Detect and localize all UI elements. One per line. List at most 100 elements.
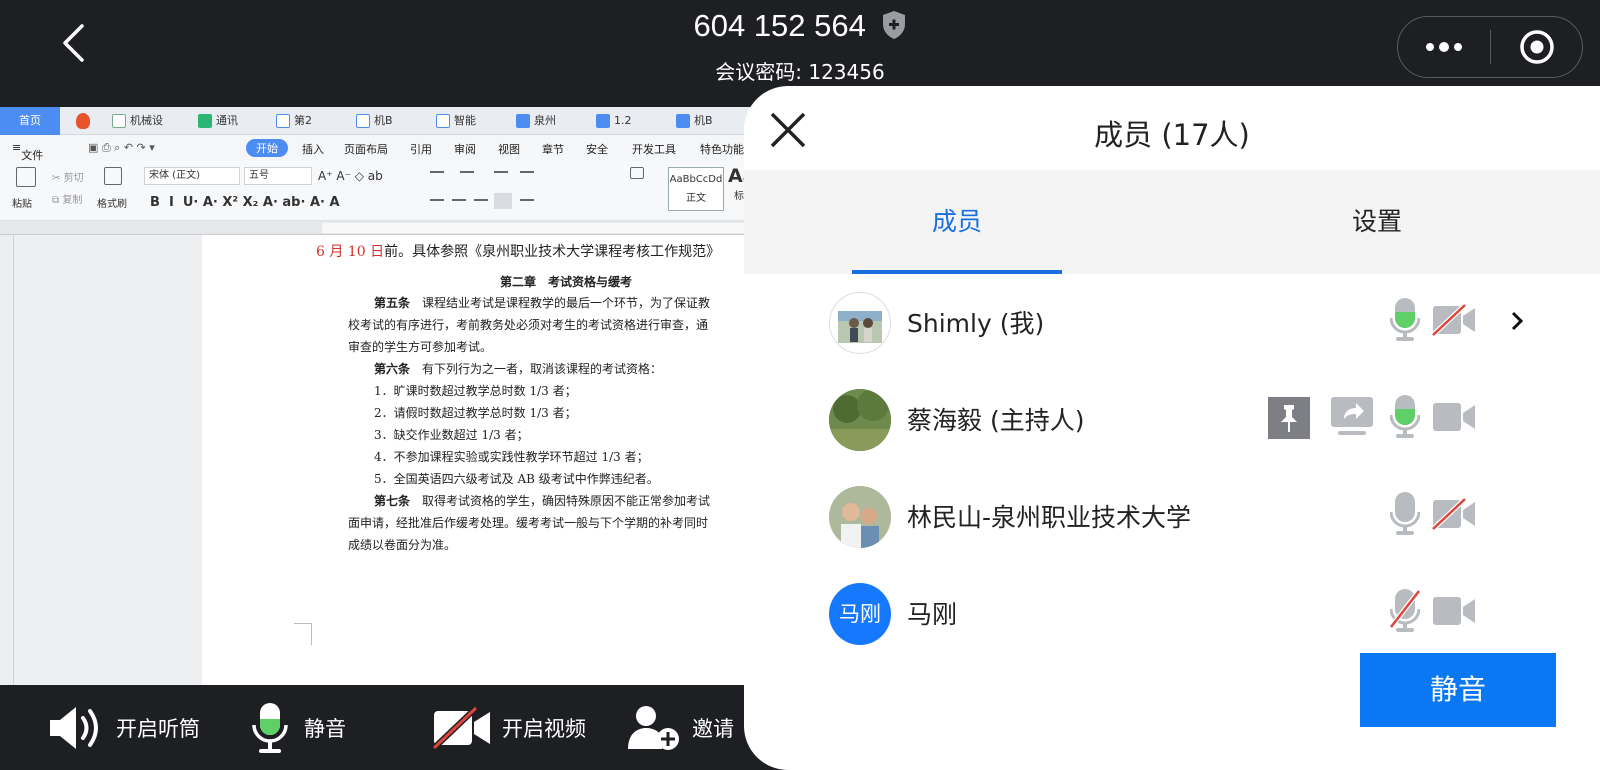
video-off-icon <box>432 705 490 750</box>
cut-label[interactable]: ✂ 剪切 <box>52 169 84 184</box>
member-row[interactable]: 蔡海毅 (主持人) <box>744 371 1600 467</box>
meeting-password: 会议密码: 123456 <box>715 60 885 84</box>
bullet-list-icon[interactable] <box>430 171 444 173</box>
copy-label[interactable]: ⧉ 复制 <box>52 191 82 206</box>
chevron-right-icon[interactable] <box>1510 310 1524 332</box>
avatar: 马刚 <box>829 583 891 645</box>
add-user-icon <box>628 705 679 750</box>
wps-tab[interactable]: 第2 <box>272 107 312 135</box>
camera-on-icon[interactable] <box>1432 401 1476 433</box>
more-dots-icon <box>1426 42 1462 52</box>
format-painter-icon[interactable] <box>104 167 122 185</box>
wps-tab[interactable]: 机B <box>672 107 713 135</box>
table-icon[interactable] <box>630 167 644 179</box>
menu-item[interactable]: 开发工具 <box>632 141 676 157</box>
panel-title: 成员 (17人) <box>1094 118 1250 152</box>
align-right-icon[interactable] <box>474 199 488 201</box>
justify-icon[interactable] <box>494 193 512 209</box>
menu-item[interactable]: 引用 <box>410 141 432 157</box>
tab-settings[interactable]: 设置 <box>1272 170 1482 274</box>
menu-item[interactable]: ≡ 文件 <box>12 141 43 162</box>
member-row[interactable]: Shimly (我) <box>744 274 1600 370</box>
bottom-toolbar: 开启听筒 静音 开启视频 邀请 <box>0 685 760 770</box>
format-buttons[interactable]: B I U· A· X² X₂ A· ab· A· A <box>150 195 340 210</box>
microphone-icon <box>252 702 288 753</box>
member-row[interactable]: 马刚 马刚 <box>744 565 1600 661</box>
word-icon <box>596 114 610 128</box>
wps-tab[interactable]: 智能 <box>432 107 476 135</box>
tab-members[interactable]: 成员 <box>852 170 1062 274</box>
menu-item[interactable]: 特色功能 <box>700 141 744 157</box>
vertical-ruler <box>0 235 14 685</box>
font-size-select[interactable]: 五号 <box>244 167 312 185</box>
mic-active-icon[interactable] <box>1390 296 1420 344</box>
font-select[interactable]: 宋体 (正文) <box>144 167 240 185</box>
doc-line: 面申请，经批准后作缓考处理。缓考考试一般与下个学期的补考同时 <box>348 516 709 530</box>
font-tools[interactable]: A⁺ A⁻ ◇ ab <box>318 169 383 183</box>
quick-access-icons: ▣ ⎙ ⌕ ↶ ↷ ▾ <box>88 141 155 154</box>
page-corner-mark <box>294 623 312 645</box>
speaker-button[interactable]: 开启听筒 <box>46 685 200 770</box>
chapter-heading: 第二章 考试资格与缓考 <box>500 275 633 289</box>
doc-line: 成绩以卷面分为准。 <box>348 538 457 552</box>
doc-line: 4．不参加课程实验或实践性教学环节超过 1/3 者； <box>374 450 649 464</box>
align-center-icon[interactable] <box>452 199 466 201</box>
menu-item[interactable]: 视图 <box>498 141 520 157</box>
mic-muted-icon[interactable] <box>1390 587 1420 635</box>
wps-tab[interactable]: 泉州 <box>512 107 556 135</box>
avatar <box>829 292 891 354</box>
mic-idle-icon[interactable] <box>1390 490 1420 538</box>
more-button[interactable] <box>1398 17 1490 77</box>
doc-line: 审查的学生方可参加考试。 <box>348 340 493 354</box>
screen-share-icon[interactable] <box>1330 395 1374 439</box>
menu-item[interactable]: 审阅 <box>454 141 476 157</box>
doc-line: 校考试的有序进行，考前教务处必须对考生的考试资格进行审查，通 <box>348 318 709 332</box>
wps-tab[interactable]: 1.2 <box>592 107 632 135</box>
menu-item[interactable]: 章节 <box>542 141 564 157</box>
wps-logo-icon <box>76 113 90 129</box>
meeting-screen: { "header": { "meeting_id": "604 152 564… <box>0 0 1600 770</box>
distribute-icon[interactable] <box>520 199 534 201</box>
wps-tab-bar: 首页 机械设 通讯 第2 机B 智能 泉州 1.2 机B <box>0 107 760 135</box>
menu-item[interactable]: 页面布局 <box>344 141 388 157</box>
camera-off-icon[interactable] <box>1432 304 1476 336</box>
wps-tab[interactable]: 通讯 <box>194 107 238 135</box>
style-normal[interactable]: AaBbCcDd 正文 <box>668 167 724 211</box>
wps-tab[interactable]: 机械设 <box>108 107 163 135</box>
video-button[interactable]: 开启视频 <box>432 685 586 770</box>
wps-tab-home[interactable]: 首页 <box>0 107 60 135</box>
member-name: 马刚 <box>907 600 958 629</box>
mic-active-icon[interactable] <box>1390 393 1420 441</box>
wps-tab[interactable]: 机B <box>352 107 393 135</box>
paste-label: 粘贴 <box>12 199 32 210</box>
member-row[interactable]: 林民山-泉州职业技术大学 <box>744 468 1600 564</box>
mute-button[interactable]: 静音 <box>250 685 346 770</box>
members-panel: 成员 (17人) 成员 设置 Shimly (我) 蔡海毅 (主持人) 林民山-… <box>744 86 1600 770</box>
invite-button[interactable]: 邀请 <box>626 685 734 770</box>
align-left-icon[interactable] <box>430 199 444 201</box>
paste-icon[interactable] <box>16 167 36 187</box>
doc-line: 第六条 有下列行为之一者，取消该课程的考试资格： <box>374 362 663 376</box>
mute-all-button[interactable]: 静音 <box>1360 653 1556 727</box>
meeting-id: 604 152 564 <box>693 8 866 43</box>
word-icon <box>356 114 370 128</box>
pin-icon[interactable] <box>1268 397 1310 439</box>
close-mini-program-button[interactable] <box>1491 17 1582 77</box>
word-icon <box>436 114 450 128</box>
mini-program-capsule <box>1397 16 1583 78</box>
invite-label: 邀请 <box>692 716 734 741</box>
ruler-active-range <box>322 223 760 233</box>
indent-icon[interactable] <box>494 171 508 173</box>
outdent-icon[interactable] <box>520 171 534 173</box>
shared-screen: 首页 机械设 通讯 第2 机B 智能 泉州 1.2 机B ≡ 文件 ▣ ⎙ ⌕ … <box>0 107 760 685</box>
menu-item-active[interactable]: 开始 <box>246 139 288 157</box>
number-list-icon[interactable] <box>460 171 474 173</box>
menu-item[interactable]: 插入 <box>302 141 324 157</box>
camera-on-icon[interactable] <box>1432 595 1476 627</box>
meeting-id-line: 604 152 564 <box>0 8 1600 48</box>
doc-line: 第七条 取得考试资格的学生，确因特殊原因不能正常参加考试 <box>374 494 711 508</box>
video-label: 开启视频 <box>502 716 586 741</box>
speaker-label: 开启听筒 <box>116 716 200 741</box>
menu-item[interactable]: 安全 <box>586 141 608 157</box>
camera-off-icon[interactable] <box>1432 498 1476 530</box>
